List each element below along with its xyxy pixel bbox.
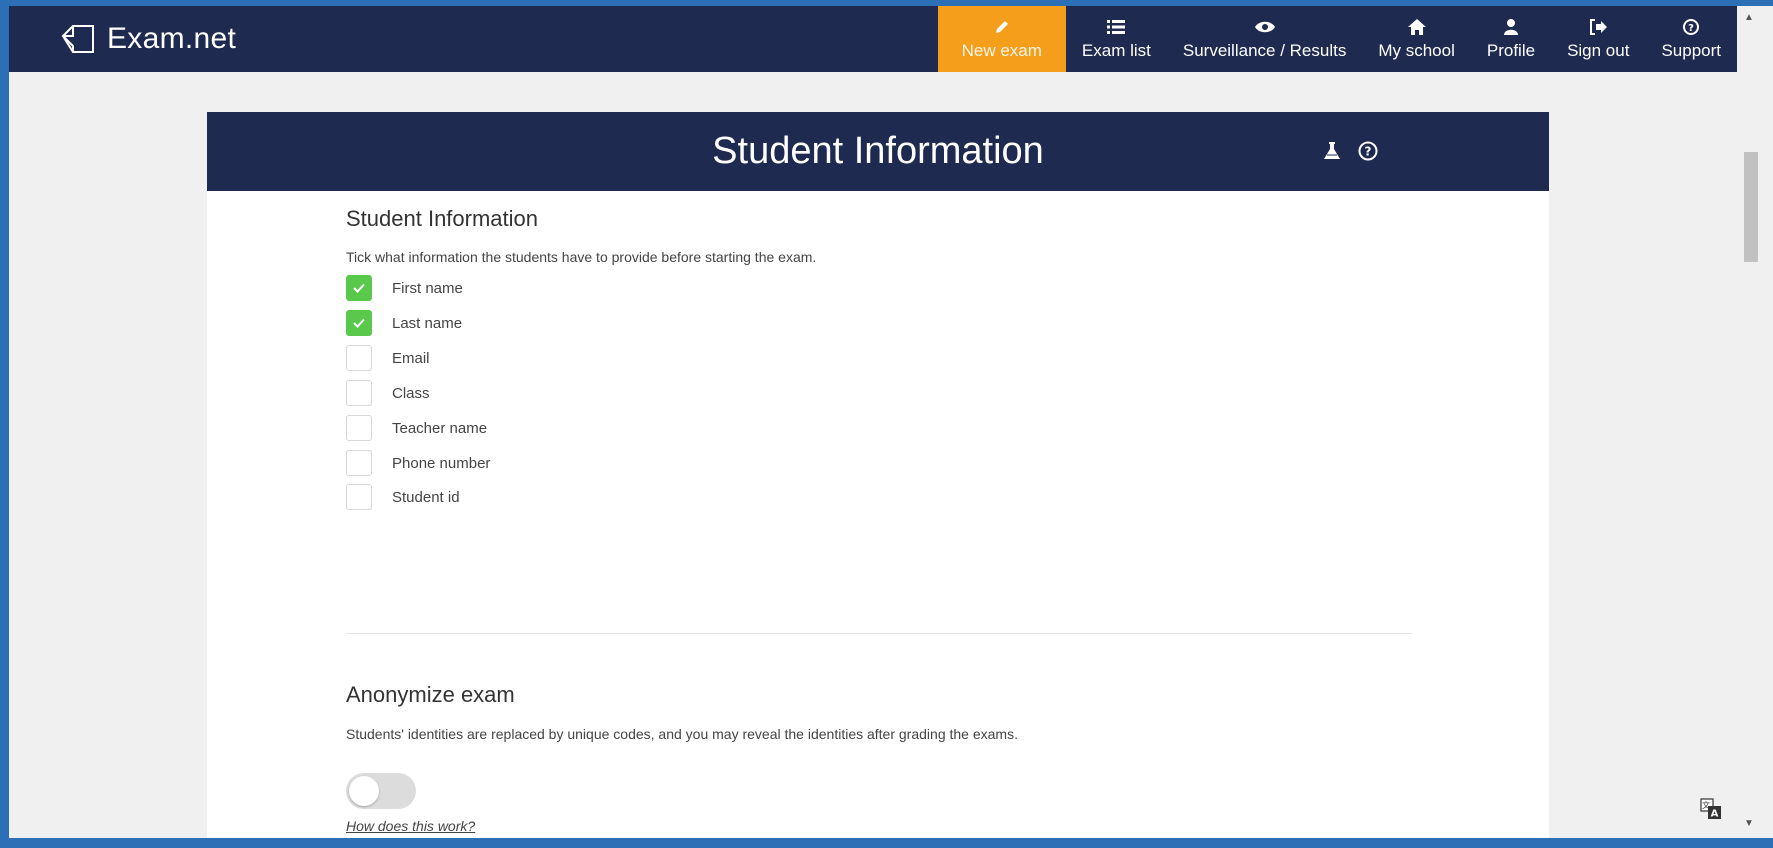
svg-text:文: 文 [1702,800,1710,810]
scroll-up-arrow-icon[interactable]: ▲ [1744,12,1754,23]
nav-label: Sign out [1567,41,1630,60]
checkbox-last-name[interactable]: Last name [346,310,462,336]
card-header: Student Information ? [207,112,1549,191]
nav-label: Support [1661,41,1721,60]
card-title: Student Information [712,130,1044,172]
nav-label: My school [1378,41,1455,60]
check-icon [353,283,365,293]
pencil-icon [994,17,1010,37]
logo-icon [59,22,99,56]
student-info-section-title: Student Information [346,206,539,231]
section-divider [346,633,1412,634]
nav-label: New exam [961,41,1042,60]
checkbox-teacher-name[interactable]: Teacher name [346,415,487,441]
anonymize-section-title: Anonymize exam [346,682,515,707]
logo-text: Exam.net [107,22,237,55]
checkbox-label: Teacher name [392,419,488,437]
svg-text:?: ? [1365,145,1372,159]
checkbox-label: First name [392,279,463,297]
checkbox[interactable] [346,484,372,510]
student-information-card: Student Information ? Student Informatio… [207,112,1549,838]
app-logo[interactable]: Exam.net [59,16,236,62]
sign-out-icon [1589,17,1608,37]
checkbox[interactable] [346,275,372,301]
eye-icon [1254,17,1275,37]
nav-surveillance-results[interactable]: Surveillance / Results [1167,6,1362,72]
scrollbar-thumb[interactable] [1744,152,1758,262]
svg-text:?: ? [1688,23,1694,34]
checkbox-phone-number[interactable]: Phone number [346,450,490,476]
list-icon [1107,17,1126,37]
checkbox[interactable] [346,415,372,441]
scroll-down-arrow-icon[interactable]: ▼ [1744,818,1754,829]
checkbox[interactable] [346,310,372,336]
question-circle-icon: ? [1683,17,1700,37]
nav-label: Exam list [1081,41,1151,60]
question-circle-icon[interactable]: ? [1356,139,1380,163]
checkbox[interactable] [346,380,372,406]
top-navbar: Exam.net New exam Exam list Surveillance… [9,6,1737,72]
checkbox-first-name[interactable]: First name [346,275,463,301]
student-info-description: Tick what information the students have … [346,249,817,265]
checkbox-student-id[interactable]: Student id [346,484,460,510]
window-frame-bottom [0,838,1773,848]
checkbox-label: Phone number [392,454,491,472]
nav-label: Profile [1486,41,1536,60]
flask-icon[interactable] [1320,139,1344,163]
checkbox-label: Class [392,384,430,402]
checkbox-class[interactable]: Class [346,380,430,406]
user-icon [1503,17,1518,37]
nav-profile[interactable]: Profile [1471,6,1551,72]
checkbox[interactable] [346,450,372,476]
home-icon [1407,17,1426,37]
checkbox-label: Student id [392,488,460,506]
anonymize-toggle[interactable] [346,773,416,809]
checkbox[interactable] [346,345,372,371]
toggle-knob [349,776,379,806]
nav-my-school[interactable]: My school [1362,6,1471,72]
window-frame-left [0,0,9,848]
nav-sign-out[interactable]: Sign out [1551,6,1645,72]
nav-label: Surveillance / Results [1182,41,1347,60]
nav-new-exam[interactable]: New exam [937,6,1066,72]
nav-exam-list[interactable]: Exam list [1066,6,1167,72]
page-scrollbar[interactable] [1737,6,1763,838]
check-icon [353,318,365,328]
checkbox-email[interactable]: Email [346,345,430,371]
anonymize-description: Students' identities are replaced by uni… [346,726,1018,742]
how-does-this-work-link[interactable]: How does this work? [346,818,475,834]
nav-support[interactable]: ? Support [1645,6,1737,72]
svg-text:A: A [1711,809,1719,820]
main-nav: New exam Exam list Surveillance / Result… [937,6,1737,72]
translate-icon[interactable]: A 文 [1700,798,1722,820]
checkbox-label: Last name [392,314,463,332]
checkbox-label: Email [392,349,430,367]
